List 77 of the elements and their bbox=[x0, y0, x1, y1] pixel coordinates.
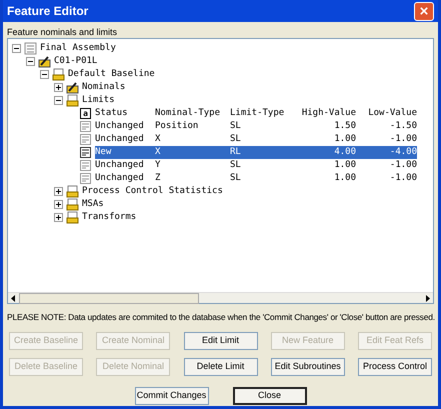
horizontal-scrollbar[interactable] bbox=[8, 292, 433, 303]
tree-node-label[interactable]: Nominals bbox=[82, 81, 126, 94]
column-icon: a bbox=[80, 108, 91, 119]
tree-node-label[interactable]: MSAs bbox=[82, 198, 104, 211]
limit-row[interactable]: Unchanged Y SL 1.00 -1.00 bbox=[95, 159, 417, 172]
expand-icon[interactable] bbox=[54, 187, 63, 196]
table-cell-text: -1.00 bbox=[388, 133, 417, 146]
scrollbar-thumb[interactable] bbox=[19, 293, 199, 304]
tree-node-label[interactable]: Limits bbox=[82, 94, 115, 107]
table-cell-text: -1.00 bbox=[388, 159, 417, 172]
column-header: High-Value bbox=[300, 107, 356, 120]
limit-row[interactable]: Unchanged Position SL 1.50 -1.50 bbox=[95, 120, 417, 133]
limit-row[interactable]: Unchanged X SL 1.00 -1.00 bbox=[95, 133, 417, 146]
assembly-icon bbox=[24, 42, 37, 55]
folder-icon bbox=[66, 211, 79, 224]
column-header: Nominal-Type bbox=[155, 107, 222, 120]
dialog-button[interactable]: Commit Changes bbox=[134, 386, 208, 405]
expand-icon[interactable] bbox=[54, 200, 63, 209]
table-cell-text: Z bbox=[155, 172, 162, 185]
dialog-button[interactable]: Process Control bbox=[358, 358, 432, 376]
table-cell-text: X bbox=[155, 146, 162, 159]
column-header: Limit-Type bbox=[230, 107, 286, 120]
table-cell-text: -1.50 bbox=[388, 120, 417, 133]
expand-icon[interactable] bbox=[54, 83, 63, 92]
collapse-icon[interactable] bbox=[12, 44, 21, 53]
table-cell-text: RL bbox=[230, 146, 242, 159]
folder-icon bbox=[66, 198, 79, 211]
tree-node-label[interactable]: Process Control Statistics bbox=[82, 185, 223, 198]
table-cell-text: 4.00 bbox=[333, 146, 356, 159]
tree-node-label[interactable]: C01-P01L bbox=[54, 55, 98, 68]
tree-node-label[interactable]: Final Assembly bbox=[40, 42, 116, 55]
table-cell-text: SL bbox=[230, 159, 242, 172]
collapse-icon[interactable] bbox=[40, 70, 49, 79]
dialog-button[interactable]: Edit Limit bbox=[184, 332, 258, 350]
folder-icon bbox=[52, 68, 65, 81]
table-cell-text: Y bbox=[155, 159, 162, 172]
limit-row[interactable]: Unchanged Z SL 1.00 -1.00 bbox=[95, 172, 417, 185]
folder-icon bbox=[66, 185, 79, 198]
dialog-button[interactable]: Edit Subroutines bbox=[270, 358, 345, 376]
table-cell-text: 1.50 bbox=[333, 120, 356, 133]
dialog-button[interactable]: Close bbox=[232, 386, 306, 405]
table-cell-text: 1.00 bbox=[333, 159, 356, 172]
limit-icon bbox=[80, 134, 91, 145]
column-header: Status bbox=[95, 107, 129, 120]
limit-icon bbox=[80, 160, 91, 171]
table-cell-text: Unchanged bbox=[95, 159, 145, 172]
table-cell-text: SL bbox=[230, 133, 242, 146]
table-cell-text: 1.00 bbox=[333, 172, 356, 185]
window-title: Feature Editor bbox=[7, 3, 88, 20]
limit-icon bbox=[80, 173, 91, 184]
part-icon bbox=[38, 55, 51, 68]
limit-icon bbox=[80, 121, 91, 132]
limit-row[interactable]: New X RL 4.00 -4.00 bbox=[95, 146, 417, 159]
limit-icon bbox=[80, 147, 91, 158]
folder-icon bbox=[66, 94, 79, 107]
table-cell-text: X bbox=[155, 133, 162, 146]
table-cell-text: Unchanged bbox=[95, 133, 145, 146]
table-cell-text: -4.00 bbox=[388, 146, 417, 159]
expand-icon[interactable] bbox=[54, 213, 63, 222]
column-header: Low-Value bbox=[367, 107, 417, 120]
table-cell-text: Unchanged bbox=[95, 172, 145, 185]
collapse-icon[interactable] bbox=[54, 96, 63, 105]
table-cell-text: New bbox=[95, 146, 112, 159]
table-cell-text: Position bbox=[155, 120, 200, 133]
panel-label: Feature nominals and limits bbox=[7, 26, 118, 38]
part-icon bbox=[66, 81, 79, 94]
dialog-button[interactable]: Delete Limit bbox=[184, 358, 258, 376]
note-text: PLEASE NOTE: Data updates are commited to the database when the 'Commit Changes' or 'Close' button are pressed. bbox=[7, 311, 434, 324]
table-cell-text: SL bbox=[230, 120, 242, 133]
table-cell-text: SL bbox=[230, 172, 242, 185]
table-cell-text: -1.00 bbox=[388, 172, 417, 185]
table-cell-text: Unchanged bbox=[95, 120, 145, 133]
tree-node-label[interactable]: Transforms bbox=[82, 211, 136, 224]
tree-node-label[interactable]: Default Baseline bbox=[68, 68, 155, 81]
close-button[interactable]: × bbox=[414, 2, 434, 20]
collapse-icon[interactable] bbox=[26, 57, 35, 66]
table-cell-text: 1.00 bbox=[333, 133, 356, 146]
